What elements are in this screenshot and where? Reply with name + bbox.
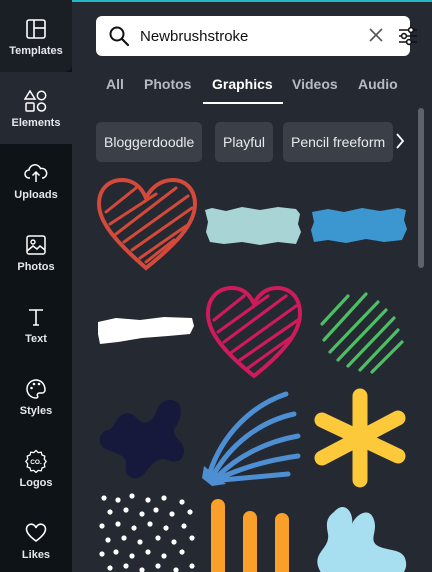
- tab-videos[interactable]: Videos: [292, 76, 338, 92]
- elements-icon: [23, 88, 49, 114]
- sidebar-item-elements[interactable]: Elements: [0, 72, 72, 144]
- svg-text:CO.: CO.: [30, 459, 42, 466]
- green-diagonal-lines-graphic[interactable]: [308, 280, 412, 384]
- category-tabs: All Photos Graphics Videos Audio: [96, 68, 432, 108]
- scrollbar-thumb[interactable]: [418, 108, 424, 268]
- red-scribble-heart-graphic[interactable]: [96, 174, 200, 278]
- search-icon[interactable]: [108, 25, 130, 52]
- teal-brushstroke-graphic[interactable]: [202, 174, 306, 278]
- sidebar-item-label: Uploads: [14, 188, 58, 201]
- sidebar-item-likes[interactable]: Likes: [0, 504, 72, 572]
- suggestion-chips: Bloggerdoodle Playful Pencil freeform: [96, 122, 408, 162]
- blue-brushstroke-graphic[interactable]: [308, 174, 412, 278]
- chevron-right-icon[interactable]: [394, 132, 406, 155]
- tab-photos[interactable]: Photos: [144, 76, 191, 92]
- sidebar-item-label: Styles: [19, 404, 53, 417]
- text-icon: [23, 304, 49, 330]
- white-brushstroke-graphic[interactable]: [96, 280, 200, 384]
- search-input[interactable]: [140, 24, 340, 48]
- sidebar-item-label: Logos: [19, 476, 53, 489]
- logos-icon: CO.: [23, 448, 49, 474]
- navy-blob-graphic[interactable]: [96, 386, 200, 490]
- tab-graphics[interactable]: Graphics: [212, 76, 273, 92]
- filter-sliders-icon[interactable]: [398, 26, 418, 51]
- sidebar-item-styles[interactable]: Styles: [0, 360, 72, 432]
- sidebar-item-label: Elements: [11, 116, 61, 129]
- pink-scribble-heart-graphic[interactable]: [202, 280, 306, 384]
- sidebar-item-label: Likes: [21, 548, 51, 561]
- sidebar-item-photos[interactable]: Photos: [0, 216, 72, 288]
- sidebar: Templates Elements Uploads Photos Text S…: [0, 0, 72, 572]
- chip-bloggerdoodle[interactable]: Bloggerdoodle: [96, 122, 203, 162]
- elements-panel: All Photos Graphics Videos Audio Blogger…: [72, 2, 432, 572]
- sidebar-item-text[interactable]: Text: [0, 288, 72, 360]
- sidebar-item-label: Templates: [9, 44, 63, 57]
- active-tab-underline: [203, 102, 283, 104]
- heart-icon: [23, 520, 49, 546]
- graphics-grid: [96, 174, 412, 572]
- clear-icon[interactable]: [368, 27, 384, 48]
- uploads-icon: [23, 160, 49, 186]
- tab-all[interactable]: All: [106, 76, 124, 92]
- white-dots-graphic[interactable]: [96, 492, 200, 572]
- yellow-asterisk-graphic[interactable]: [308, 386, 412, 490]
- sidebar-item-templates[interactable]: Templates: [0, 0, 72, 72]
- search-bar: [96, 16, 417, 56]
- photos-icon: [23, 232, 49, 258]
- styles-icon: [23, 376, 49, 402]
- scrollbar[interactable]: [418, 108, 426, 568]
- sidebar-item-uploads[interactable]: Uploads: [0, 144, 72, 216]
- sidebar-item-label: Text: [25, 332, 47, 345]
- blue-brush-fan-graphic[interactable]: [202, 386, 306, 490]
- templates-icon: [23, 16, 49, 42]
- chip-pencil-freeform[interactable]: Pencil freeform: [283, 122, 394, 162]
- orange-lines-graphic[interactable]: [202, 492, 306, 572]
- light-blue-blob-graphic[interactable]: [308, 492, 412, 572]
- sidebar-item-logos[interactable]: CO. Logos: [0, 432, 72, 504]
- tab-audio[interactable]: Audio: [358, 76, 398, 92]
- sidebar-item-label: Photos: [17, 260, 55, 273]
- chip-playful[interactable]: Playful: [215, 122, 274, 162]
